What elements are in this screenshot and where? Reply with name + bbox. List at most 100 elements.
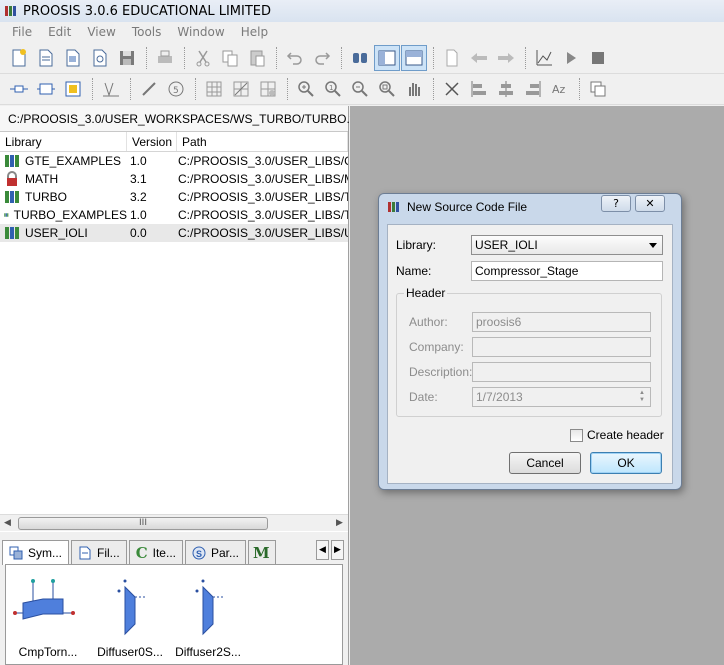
open-schematic-icon[interactable] [87, 45, 113, 71]
create-header-checkbox[interactable] [570, 428, 583, 442]
pan-hand-icon[interactable] [401, 76, 427, 102]
find-icon[interactable] [347, 45, 373, 71]
library-version: 3.1 [130, 172, 147, 186]
forward-arrow-icon[interactable] [493, 45, 519, 71]
run-icon[interactable] [558, 45, 584, 71]
align-left-icon[interactable] [466, 76, 492, 102]
author-input[interactable]: proosis6 [472, 312, 651, 332]
compressor-symbol-icon [13, 579, 75, 620]
date-spinner-icon[interactable]: ▲ ▼ [637, 390, 647, 404]
plot-icon[interactable] [531, 45, 557, 71]
new-document-icon[interactable] [33, 45, 59, 71]
ok-button[interactable]: OK [590, 452, 662, 474]
date-input[interactable]: 1/7/2013 ▲ ▼ [472, 387, 651, 407]
name-input[interactable]: Compressor_Stage [471, 261, 663, 281]
symbol-label: Diffuser0S... [97, 645, 163, 659]
cascade-windows-icon[interactable] [585, 76, 611, 102]
tab-items[interactable]: C Ite... [128, 540, 183, 564]
redo-icon[interactable] [309, 45, 335, 71]
align-center-icon[interactable] [493, 76, 519, 102]
zoom-out-icon[interactable] [347, 76, 373, 102]
save-icon[interactable] [114, 45, 140, 71]
library-row-gte-examples[interactable]: GTE_EXAMPLES 1.0 C:/PROOSIS_3.0/USER_LIB… [0, 152, 348, 170]
company-input[interactable] [472, 337, 651, 357]
diffuser-symbol-icon [117, 579, 145, 636]
create-header-row[interactable]: Create header [570, 428, 664, 442]
dialog-title: New Source Code File [407, 200, 528, 214]
library-table-header: Library Version Path [0, 132, 348, 152]
tab-scroll-right-icon[interactable]: ▶ [331, 540, 344, 560]
library-row-user-ioli[interactable]: USER_IOLI 0.0 C:/PROOSIS_3.0/USER_LIBS/U… [0, 224, 348, 242]
stop-icon[interactable] [585, 45, 611, 71]
print-icon[interactable] [152, 45, 178, 71]
horizontal-scrollbar[interactable]: ◀ III ▶ [0, 514, 348, 531]
library-name: GTE_EXAMPLES [25, 154, 122, 168]
back-arrow-icon[interactable] [466, 45, 492, 71]
tab-symbols[interactable]: Sym... [2, 540, 70, 565]
symbol-item[interactable]: CmpTorn... [10, 569, 86, 663]
edit-text-icon[interactable] [136, 76, 162, 102]
library-label: Library: [396, 238, 437, 252]
scroll-right-arrow-icon[interactable]: ▶ [336, 518, 343, 528]
description-input[interactable] [472, 362, 651, 382]
scroll-left-arrow-icon[interactable]: ◀ [4, 518, 11, 528]
library-version: 3.2 [130, 190, 147, 204]
menu-file[interactable]: File [4, 25, 40, 39]
symbol-item[interactable]: Diffuser0S... [92, 569, 168, 663]
menu-tools[interactable]: Tools [124, 25, 170, 39]
library-row-math[interactable]: MATH 3.1 C:/PROOSIS_3.0/USER_LIBS/MA [0, 170, 348, 188]
component-connector-icon[interactable] [33, 76, 59, 102]
grid-icon[interactable] [201, 76, 227, 102]
menu-edit[interactable]: Edit [40, 25, 79, 39]
toolbar-separator [130, 78, 131, 100]
name-label: Name: [396, 264, 432, 278]
library-path: C:/PROOSIS_3.0/USER_LIBS/MA [178, 172, 348, 186]
c-letter-icon: C [135, 543, 148, 562]
copy-icon[interactable] [217, 45, 243, 71]
menu-view[interactable]: View [79, 25, 123, 39]
library-path: C:/PROOSIS_3.0/USER_LIBS/USE [178, 226, 348, 240]
zoom-actual-icon[interactable]: 1 [320, 76, 346, 102]
open-component-icon[interactable] [60, 45, 86, 71]
column-header-path[interactable]: Path [177, 132, 348, 151]
menu-help[interactable]: Help [233, 25, 276, 39]
proosis-app-icon[interactable] [3, 3, 19, 19]
tab-scroll-left-icon[interactable]: ◀ [316, 540, 329, 560]
library-row-turbo[interactable]: TURBO 3.2 C:/PROOSIS_3.0/USER_LIBS/TUF [0, 188, 348, 206]
port-connector-icon[interactable] [6, 76, 32, 102]
align-right-icon[interactable] [520, 76, 546, 102]
text-style-icon[interactable]: Az [547, 76, 573, 102]
scroll-thumb[interactable]: III [18, 517, 268, 530]
layout-left-icon[interactable] [374, 45, 400, 71]
layout-split-icon[interactable] [401, 45, 427, 71]
cancel-button[interactable]: Cancel [509, 452, 581, 474]
undo-icon[interactable] [282, 45, 308, 71]
tab-parameters[interactable]: S Par... [184, 540, 246, 564]
symbol-item[interactable]: Diffuser2S... [170, 569, 246, 663]
paste-icon[interactable] [244, 45, 270, 71]
tab-models[interactable]: M [248, 540, 276, 564]
cut-icon[interactable] [190, 45, 216, 71]
toolbar-separator [184, 47, 185, 69]
export-icon[interactable] [439, 45, 465, 71]
description-field-row: Description: [409, 362, 651, 382]
close-button[interactable]: ✕ [635, 195, 665, 212]
toolbar-separator [525, 47, 526, 69]
grid-settings-icon[interactable] [255, 76, 281, 102]
help-button[interactable]: ? [601, 195, 631, 212]
new-file-icon[interactable] [6, 45, 32, 71]
library-select[interactable]: USER_IOLI [471, 235, 663, 255]
library-row-turbo-examples[interactable]: TURBO_EXAMPLES 1.0 C:/PROOSIS_3.0/USER_L… [0, 206, 348, 224]
tab-files[interactable]: Fil... [71, 540, 127, 564]
rotate-icon[interactable]: 5 [163, 76, 189, 102]
snap-grid-icon[interactable] [228, 76, 254, 102]
column-header-version[interactable]: Version [127, 132, 177, 151]
zoom-in-icon[interactable] [293, 76, 319, 102]
zoom-fit-icon[interactable] [374, 76, 400, 102]
align-icon[interactable] [98, 76, 124, 102]
wire-cut-icon[interactable] [439, 76, 465, 102]
column-header-library[interactable]: Library [0, 132, 127, 151]
menu-window[interactable]: Window [169, 25, 232, 39]
toolbar-separator [433, 47, 434, 69]
schematic-component-icon[interactable] [60, 76, 86, 102]
